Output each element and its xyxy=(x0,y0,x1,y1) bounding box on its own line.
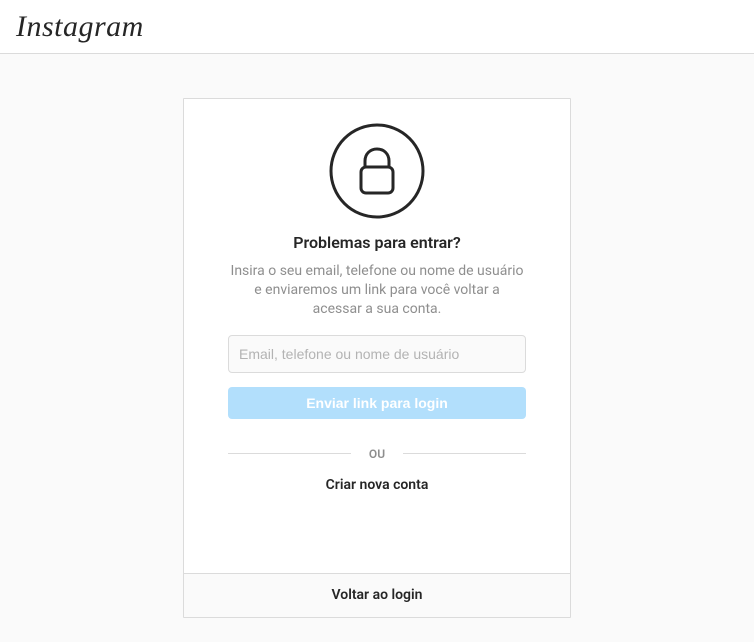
back-to-login-link[interactable]: Voltar ao login xyxy=(332,587,423,603)
card-heading: Problemas para entrar? xyxy=(228,233,526,252)
main-content: Problemas para entrar? Insira o seu emai… xyxy=(0,54,754,618)
identifier-input[interactable] xyxy=(228,335,526,373)
app-header: Instagram xyxy=(0,0,754,54)
divider-line-right xyxy=(403,453,526,454)
divider-line-left xyxy=(228,453,351,454)
lock-icon xyxy=(329,123,425,219)
card-body: Problemas para entrar? Insira o seu emai… xyxy=(184,99,570,573)
card-subtext: Insira o seu email, telefone ou nome de … xyxy=(228,262,526,319)
reset-card: Problemas para entrar? Insira o seu emai… xyxy=(183,98,571,618)
divider: OU xyxy=(228,447,526,461)
send-link-button[interactable]: Enviar link para login xyxy=(228,387,526,419)
back-bar: Voltar ao login xyxy=(184,573,570,617)
divider-label: OU xyxy=(351,447,403,461)
create-account-link[interactable]: Criar nova conta xyxy=(228,477,526,493)
instagram-logo[interactable]: Instagram xyxy=(16,10,144,44)
